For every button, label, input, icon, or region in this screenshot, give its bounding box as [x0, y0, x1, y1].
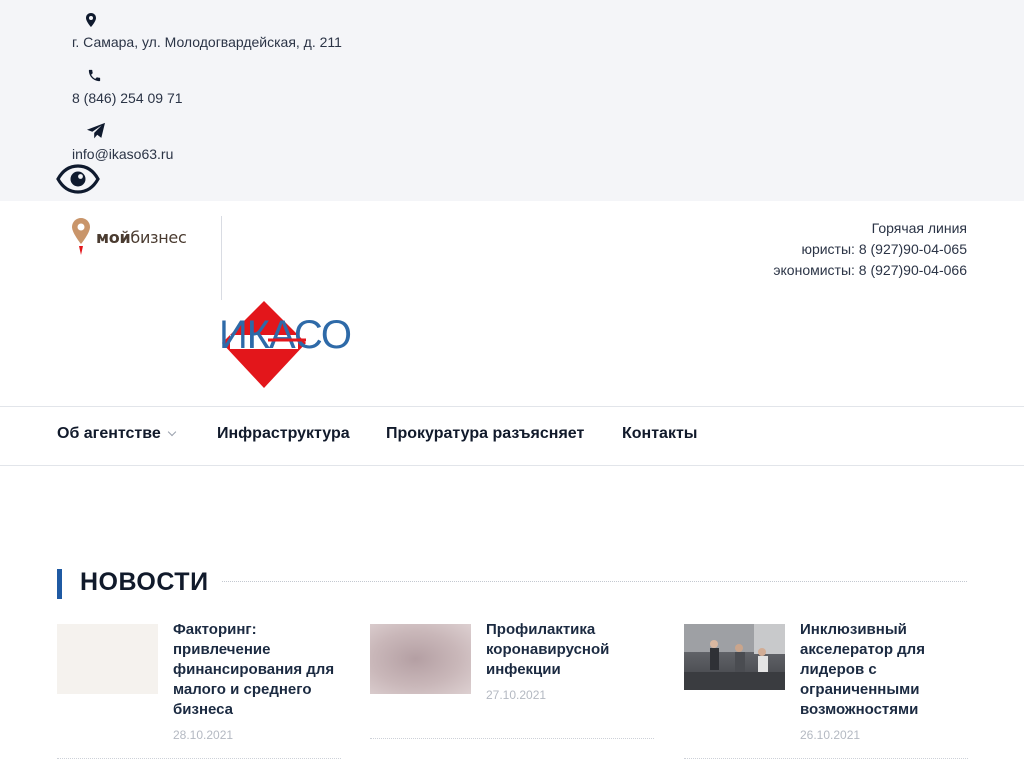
telegram-icon[interactable]	[86, 121, 106, 141]
main-nav: Об агентстве Инфраструктура Прокуратура …	[0, 406, 1024, 466]
nav-item-about-label: Об агентстве	[57, 425, 161, 442]
news-card[interactable]: Профилактика коронавирусной инфекции 27.…	[370, 620, 654, 760]
news-title[interactable]: Инклюзивный акселератор для лидеров с ог…	[800, 620, 968, 720]
news-heading-line	[222, 581, 967, 582]
hotline-block: Горячая линия юристы: 8 (927)90-04-065 э…	[773, 218, 967, 281]
news-thumbnail[interactable]	[370, 624, 471, 694]
ikaso-logo-text: ИКАСО	[219, 313, 351, 357]
news-date: 26.10.2021	[800, 728, 861, 742]
location-pin-icon	[81, 10, 101, 30]
news-card[interactable]: Факторинг: привлечение финансирования дл…	[57, 620, 341, 760]
news-thumbnail[interactable]	[684, 624, 785, 690]
news-separator	[370, 738, 654, 739]
news-title[interactable]: Профилактика коронавирусной инфекции	[486, 620, 654, 680]
news-date: 28.10.2021	[173, 728, 234, 742]
contact-bar: г. Самара, ул. Молодогвардейская, д. 211…	[0, 0, 1024, 201]
news-card[interactable]: Инклюзивный акселератор для лидеров с ог…	[684, 620, 968, 760]
phone-icon	[84, 65, 104, 85]
hotline-economists[interactable]: экономисты: 8 (927)90-04-066	[773, 260, 967, 281]
ikaso-logo[interactable]: ИКАСО	[218, 298, 368, 392]
nav-item-prosecutor[interactable]: Прокуратура разъясняет	[386, 425, 584, 443]
news-thumbnail[interactable]	[57, 624, 158, 694]
moi-biznes-logo[interactable]: мойбизнес	[70, 216, 195, 258]
nav-item-infrastructure[interactable]: Инфраструктура	[217, 425, 350, 443]
news-separator	[684, 758, 968, 759]
address-text: г. Самара, ул. Молодогвардейская, д. 211	[72, 34, 342, 50]
news-title[interactable]: Факторинг: привлечение финансирования дл…	[173, 620, 341, 720]
chevron-down-icon	[167, 427, 177, 437]
hotline-lawyers[interactable]: юристы: 8 (927)90-04-065	[773, 239, 967, 260]
news-separator	[57, 758, 341, 759]
header-divider	[221, 216, 222, 300]
news-heading-accent	[57, 569, 62, 599]
nav-item-contacts[interactable]: Контакты	[622, 425, 697, 443]
logo-mb-bold-text: мой	[96, 227, 131, 247]
news-date: 27.10.2021	[486, 688, 547, 702]
news-heading: НОВОСТИ	[80, 568, 209, 596]
eye-icon[interactable]	[56, 163, 100, 195]
nav-item-about[interactable]: Об агентстве	[57, 425, 177, 443]
rocket-pin-icon	[72, 218, 90, 255]
email-link[interactable]: info@ikaso63.ru	[72, 146, 173, 162]
logo-mb-light-text: бизнес	[130, 227, 187, 247]
phone-link[interactable]: 8 (846) 254 09 71	[72, 90, 183, 106]
hotline-title: Горячая линия	[871, 220, 967, 236]
